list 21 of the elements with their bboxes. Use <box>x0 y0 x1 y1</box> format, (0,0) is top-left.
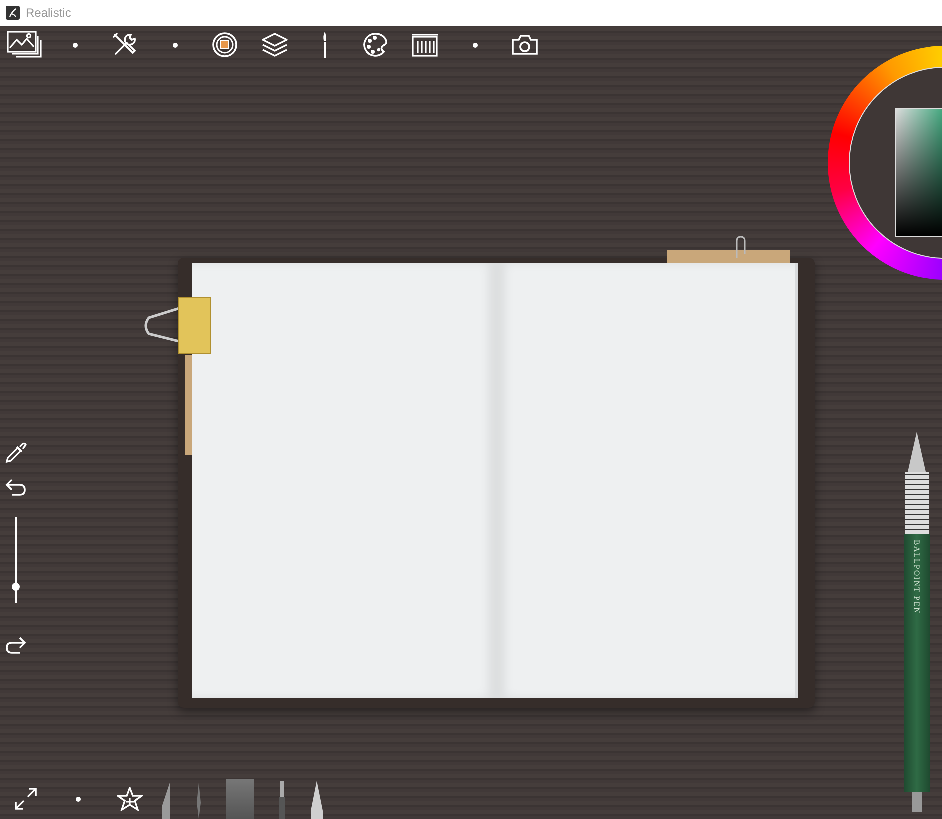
saturation-square[interactable] <box>895 108 942 237</box>
dot-icon <box>472 42 478 48</box>
binder-clip-icon <box>143 296 213 356</box>
paper-clip-icon <box>734 236 748 260</box>
redo-icon[interactable] <box>4 635 28 655</box>
undo-icon[interactable] <box>4 477 28 497</box>
pen-end-cap <box>912 792 922 812</box>
app-logo-icon <box>6 6 20 20</box>
dot-icon <box>172 42 178 48</box>
dot-icon <box>72 42 78 48</box>
thin-brush-icon[interactable] <box>196 783 202 819</box>
pencil-tip-icon[interactable] <box>310 781 324 819</box>
pen-grip <box>905 472 929 534</box>
window-title: Realistic <box>26 6 72 20</box>
fine-pen-icon[interactable] <box>278 781 286 819</box>
knife-tool-icon[interactable] <box>160 783 172 819</box>
pen-barrel[interactable]: BALLPOINT PEN <box>904 534 930 792</box>
dot-icon <box>76 796 80 802</box>
slider-thumb[interactable] <box>12 582 20 591</box>
eyedropper-icon[interactable] <box>4 441 28 465</box>
pen-label: BALLPOINT PEN <box>912 540 922 616</box>
